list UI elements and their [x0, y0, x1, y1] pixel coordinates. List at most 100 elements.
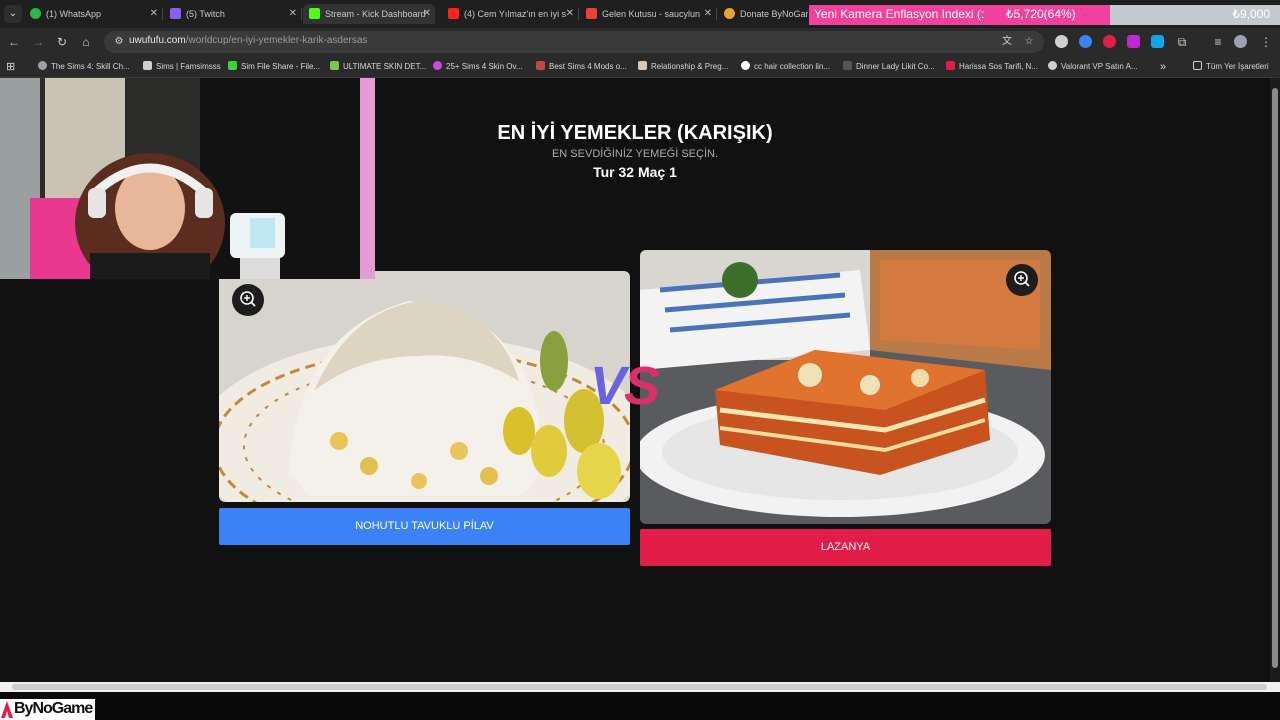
donation-goal-label: Yeni Kamera Enflasyon Indexi (:	[814, 7, 985, 21]
bookmark-best-mods[interactable]: Best Sims 4 Mods o...	[536, 60, 627, 74]
tab-separator	[578, 8, 579, 20]
bookmark-label: Tüm Yer İşaretleri	[1206, 62, 1269, 71]
apps-grid-icon[interactable]: ⊞	[6, 60, 15, 74]
right-choice-button[interactable]: LAZANYA	[640, 529, 1051, 566]
bookmark-label: Sim File Share - File...	[241, 62, 321, 71]
red-extension-icon[interactable]	[1103, 35, 1116, 48]
more-bookmarks-icon[interactable]: »	[1160, 60, 1166, 74]
bookmark-harissa[interactable]: Harissa Sos Tarifi, N...	[946, 60, 1038, 74]
page-icon	[638, 61, 647, 70]
tab-label: (4) Cem Yılmaz'ın en iyi s	[464, 9, 567, 19]
zoom-in-icon[interactable]	[1006, 264, 1038, 296]
close-tab-icon[interactable]: ✕	[566, 4, 574, 24]
tab-separator	[301, 8, 302, 20]
left-choice-image[interactable]	[219, 271, 630, 502]
url-text[interactable]: uwufufu.com/worldcup/en-iyi-yemekler-kar…	[129, 35, 367, 46]
horizontal-scrollbar[interactable]	[0, 682, 1280, 692]
bookmark-ultimate-skin[interactable]: ULTIMATE SKIN DET...	[330, 60, 426, 74]
tab-search-chevron-icon[interactable]: ⌄	[4, 5, 22, 23]
bookmark-valorant[interactable]: Valorant VP Satın A...	[1048, 60, 1138, 74]
tab-label: (1) WhatsApp	[46, 9, 102, 19]
bookmark-label: Dinner Lady Likit Co...	[856, 62, 935, 71]
back-arrow-icon[interactable]: ←	[6, 34, 22, 50]
globe-icon	[38, 61, 47, 70]
left-choice-button[interactable]: NOHUTLU TAVUKLU PİLAV	[219, 508, 630, 545]
home-icon[interactable]: ⌂	[78, 34, 94, 50]
bookmark-sims-skill[interactable]: The Sims 4: Skill Ch...	[38, 60, 130, 74]
webcam-feed-image	[0, 78, 375, 279]
versus-v: V	[590, 356, 626, 416]
url-host: uwufufu.com	[129, 35, 186, 46]
tab-gmail[interactable]: Gelen Kutusu - saucylun ✕	[586, 4, 712, 24]
reading-list-icon[interactable]: ≡	[1210, 34, 1226, 50]
donation-goal-target: ₺9,000	[1232, 7, 1270, 21]
shield-extension-icon[interactable]	[1055, 35, 1068, 48]
bookmark-cc-hair[interactable]: cc hair collection lin...	[741, 60, 830, 74]
bookmark-dinner-lady[interactable]: Dinner Lady Likit Co...	[843, 60, 935, 74]
tab-bynogame[interactable]: Donate ByNoGame	[724, 4, 808, 24]
bookmarks-bar: ⊞ The Sims 4: Skill Ch... Sims | Famsims…	[0, 56, 1280, 78]
tab-twitch[interactable]: (5) Twitch ✕	[170, 4, 297, 24]
youtube-icon	[448, 8, 459, 19]
sims-icon	[143, 61, 152, 70]
reload-icon[interactable]: ↻	[54, 34, 70, 50]
zoom-in-icon[interactable]	[232, 284, 264, 316]
screen: ⌄ (1) WhatsApp ✕ (5) Twitch ✕ Stream - K…	[0, 0, 1280, 720]
bynogame-icon	[724, 8, 735, 19]
blue-extension-icon[interactable]	[1079, 35, 1092, 48]
whatsapp-icon	[30, 8, 41, 19]
tab-label: Donate ByNoGame	[740, 9, 808, 19]
extensions-puzzle-icon[interactable]: ⧉	[1174, 34, 1190, 50]
site-info-icon[interactable]: ⚙	[112, 35, 126, 49]
close-tab-icon[interactable]: ✕	[150, 4, 158, 24]
kick-icon	[309, 8, 320, 19]
bookmark-label: Harissa Sos Tarifi, N...	[959, 62, 1038, 71]
tab-label: Stream - Kick Dashboard	[325, 9, 426, 19]
plumbob-icon	[228, 61, 237, 70]
purple-extension-icon[interactable]	[1127, 35, 1140, 48]
purple-circle-icon	[433, 61, 442, 70]
profile-avatar-icon[interactable]	[1234, 35, 1247, 48]
close-tab-icon[interactable]: ✕	[289, 4, 297, 24]
vertical-scrollbar[interactable]	[1270, 78, 1280, 682]
download-extension-icon[interactable]	[1151, 35, 1164, 48]
close-tab-icon[interactable]: ✕	[423, 4, 431, 24]
tumblr-icon	[741, 61, 750, 70]
lasagna-plate-image	[640, 250, 1051, 524]
tab-youtube[interactable]: (4) Cem Yılmaz'ın en iyi s ✕	[448, 4, 574, 24]
bookmark-label: Sims | Famsimsss	[156, 62, 221, 71]
bookmark-label: Best Sims 4 Mods o...	[549, 62, 627, 71]
gmail-icon	[586, 8, 597, 19]
bynogame-mark-icon	[1, 701, 13, 718]
close-tab-icon[interactable]: ✕	[704, 4, 712, 24]
hscroll-thumb[interactable]	[12, 684, 1267, 690]
page-title: EN İYİ YEMEKLER (KARIŞIK)	[497, 122, 773, 144]
scroll-thumb[interactable]	[1272, 88, 1278, 668]
bookmark-skin-overlays[interactable]: 25+ Sims 4 Skin Ov...	[433, 60, 523, 74]
versus-label: VS	[590, 355, 660, 417]
page-subtitle: EN SEVDİĞİNİZ YEMEĞİ SEÇİN.	[551, 148, 719, 160]
green-square-icon	[330, 61, 339, 70]
tab-kick-dashboard[interactable]: Stream - Kick Dashboard ✕	[303, 4, 435, 24]
pilaf-plate-image	[219, 271, 630, 502]
forward-arrow-icon[interactable]: →	[30, 34, 46, 50]
donation-current-value: ₺5,720(64%)	[1006, 7, 1076, 21]
bookmark-label: The Sims 4: Skill Ch...	[51, 62, 130, 71]
address-bar[interactable]: ⚙ uwufufu.com/worldcup/en-iyi-yemekler-k…	[104, 31, 1044, 53]
all-bookmarks-folder[interactable]: Tüm Yer İşaretleri	[1193, 60, 1269, 74]
bynogame-logo: ByNoGame	[0, 699, 95, 720]
bookmark-sim-file-share[interactable]: Sim File Share - File...	[228, 60, 320, 74]
avatar-icon	[536, 61, 545, 70]
bookmark-label: 25+ Sims 4 Skin Ov...	[446, 62, 523, 71]
folder-icon	[1193, 61, 1202, 70]
right-choice-image[interactable]	[640, 250, 1051, 524]
bookmark-relationship[interactable]: Relationship & Preg...	[638, 60, 728, 74]
tab-label: (5) Twitch	[186, 9, 225, 19]
tab-whatsapp[interactable]: (1) WhatsApp ✕	[30, 4, 158, 24]
more-menu-icon[interactable]: ⋮	[1258, 34, 1274, 50]
bookmark-famsimsss[interactable]: Sims | Famsimsss	[143, 60, 221, 74]
bookmark-star-icon[interactable]: ☆	[1022, 35, 1036, 49]
navigation-bar: ← → ↻ ⌂ ⚙ uwufufu.com/worldcup/en-iyi-ye…	[0, 28, 1280, 56]
bookmark-label: cc hair collection lin...	[754, 62, 831, 71]
translate-icon[interactable]: 文	[1000, 35, 1014, 49]
